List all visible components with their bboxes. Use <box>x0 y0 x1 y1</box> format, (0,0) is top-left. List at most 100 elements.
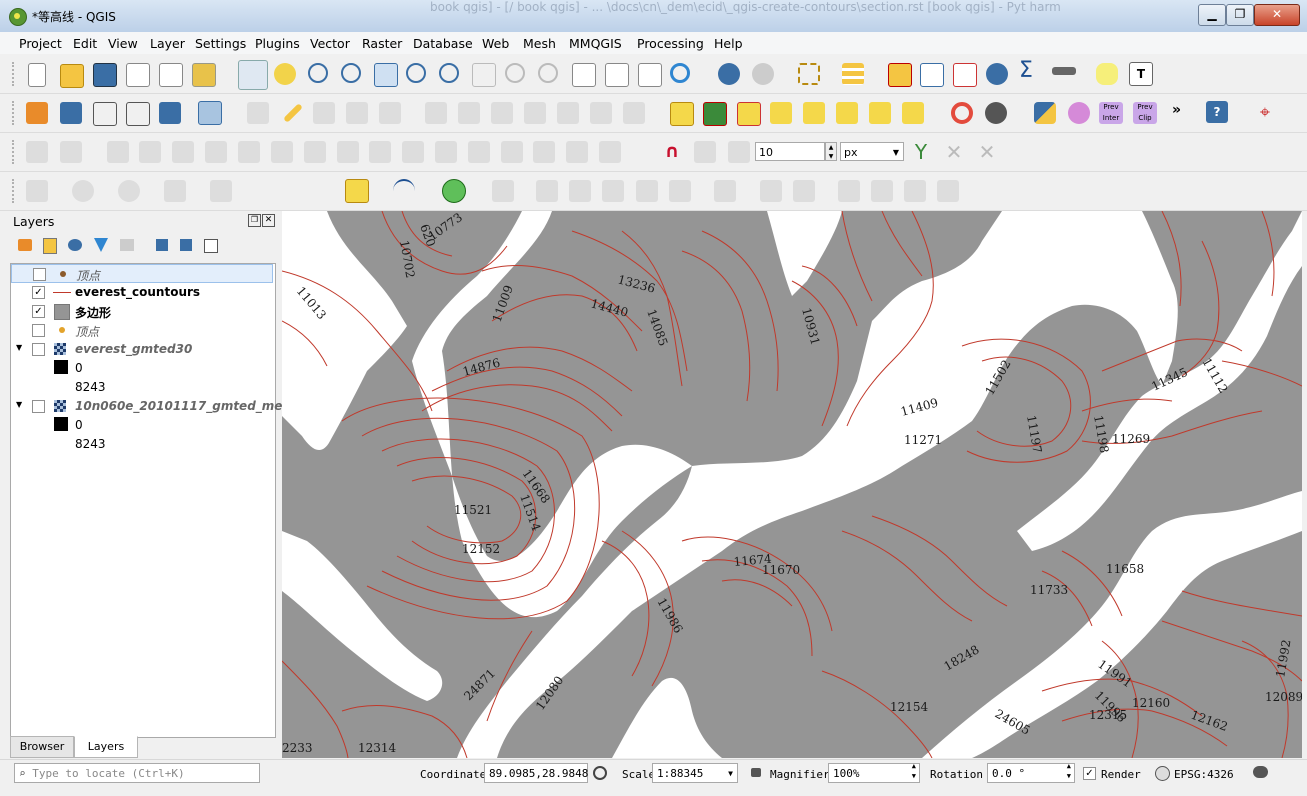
spline-icon[interactable] <box>393 179 415 203</box>
advanced-digitize-11-icon[interactable] <box>871 180 893 202</box>
plugin-globe-icon[interactable] <box>985 102 1007 124</box>
lock-scale-icon[interactable] <box>751 768 761 777</box>
help-ring-icon[interactable] <box>951 102 973 124</box>
menu-plugins[interactable]: Plugins <box>255 36 300 51</box>
advanced-digitize-7-icon[interactable] <box>714 180 736 202</box>
layer-checkbox[interactable] <box>32 324 45 337</box>
layer-row[interactable]: ✓ everest_countours <box>11 283 273 302</box>
advanced-digitize-1-icon[interactable] <box>492 180 514 202</box>
menu-mmqgis[interactable]: MMQGIS <box>569 36 622 51</box>
crs-label[interactable]: EPSG:4326 <box>1174 768 1234 781</box>
pan-map-icon[interactable] <box>238 60 268 90</box>
layer-row[interactable]: ▼ everest_gmted30 <box>11 340 273 359</box>
advanced-digitize-13-icon[interactable] <box>937 180 959 202</box>
edit-pencil-icon[interactable] <box>247 102 269 124</box>
restore-button[interactable]: ❐ <box>1226 4 1254 26</box>
snapping-unit-select[interactable]: px ▼ <box>840 142 904 161</box>
mmqgis-plugin-icon[interactable] <box>345 179 369 203</box>
delete-selected-icon[interactable] <box>458 102 480 124</box>
cut-features-icon[interactable] <box>491 102 513 124</box>
pin-labels-icon[interactable] <box>770 102 792 124</box>
plugin-circle-icon[interactable] <box>1068 102 1090 124</box>
statistics-sigma-icon[interactable]: Σ <box>1019 60 1041 82</box>
prev-clip-icon[interactable]: Prev Clip <box>1133 102 1157 124</box>
zoom-last-icon[interactable] <box>505 63 525 83</box>
close-button[interactable]: ✕ <box>1254 4 1300 26</box>
print-layout-icon[interactable] <box>159 63 183 87</box>
change-label-icon[interactable] <box>902 102 924 124</box>
style-panel-icon[interactable] <box>18 239 32 251</box>
select-features-icon[interactable] <box>798 63 820 85</box>
action-icon[interactable] <box>752 63 774 85</box>
circle-digitize-icon[interactable] <box>72 180 94 202</box>
layer-row[interactable]: 顶点 <box>11 321 273 340</box>
attribute-table-icon[interactable] <box>920 63 944 87</box>
layer-row[interactable]: 顶点 <box>11 264 273 283</box>
map-tips-icon[interactable] <box>1096 63 1118 85</box>
prev-inter-icon[interactable]: Prev Inter <box>1099 102 1123 124</box>
scale-input[interactable]: 1:88345 ▼ <box>652 763 738 783</box>
snapping-magnet-icon[interactable]: ∩ <box>661 141 683 163</box>
menu-vector[interactable]: Vector <box>310 36 350 51</box>
add-group-icon[interactable] <box>43 238 57 254</box>
new-virtual-layer-icon[interactable] <box>159 102 181 124</box>
menu-view[interactable]: View <box>108 36 138 51</box>
map-canvas[interactable]: 10702 620 10773 11013 13236 11009 14440 14085 10… <box>282 211 1302 758</box>
new-geopackage-icon[interactable] <box>60 102 82 124</box>
rectangle-digitize-icon[interactable] <box>164 180 186 202</box>
layer-row[interactable]: ✓ 多边形 <box>11 302 273 321</box>
advanced-digitize-3-icon[interactable] <box>569 180 591 202</box>
zoom-layer-icon[interactable] <box>439 63 459 83</box>
highlight-pinned-labels-icon[interactable] <box>737 102 761 126</box>
field-calculator-icon[interactable] <box>953 63 977 87</box>
filter-legend-icon[interactable] <box>94 238 108 252</box>
identify-icon[interactable] <box>718 63 740 85</box>
split-features-icon[interactable] <box>304 141 326 163</box>
expand-arrow-icon[interactable]: ▼ <box>16 343 22 352</box>
new-3d-view-icon[interactable] <box>605 63 629 87</box>
intersection-icon[interactable]: ✕ <box>943 141 965 163</box>
rotation-input[interactable]: 0.0 ° ▲ ▼ <box>987 762 1075 783</box>
modify-attributes-icon[interactable] <box>425 102 447 124</box>
topological-editing-icon[interactable]: Y <box>910 141 932 163</box>
toggle-editing-icon[interactable] <box>283 103 303 123</box>
style-manager-icon[interactable] <box>192 63 216 87</box>
data-source-manager-icon[interactable] <box>26 102 48 124</box>
menu-mesh[interactable]: Mesh <box>523 36 556 51</box>
toggle-extents-icon[interactable] <box>593 766 607 780</box>
manage-map-themes-icon[interactable] <box>68 239 82 251</box>
simplify-icon[interactable] <box>468 141 490 163</box>
save-project-icon[interactable] <box>93 63 117 87</box>
regular-polygon-icon[interactable] <box>210 180 232 202</box>
crs-globe-icon[interactable] <box>1155 766 1170 781</box>
advanced-digitize-10-icon[interactable] <box>838 180 860 202</box>
merge-attributes-icon[interactable] <box>402 141 424 163</box>
open-project-icon[interactable] <box>60 64 84 88</box>
tolerance-spinner[interactable]: ▲ ▼ <box>825 142 837 161</box>
refresh-icon[interactable] <box>670 63 690 83</box>
expand-all-icon[interactable] <box>156 239 168 251</box>
magnifier-spinner[interactable]: ▲ ▼ <box>912 761 916 781</box>
digitize-right-angle-icon[interactable] <box>26 141 48 163</box>
new-project-icon[interactable] <box>28 63 46 87</box>
menu-edit[interactable]: Edit <box>73 36 97 51</box>
deselect-icon[interactable] <box>888 63 912 87</box>
text-annotation-icon[interactable]: T <box>1129 62 1153 86</box>
close-panel-icon[interactable]: ✕ <box>262 214 275 227</box>
float-panel-icon[interactable]: ❐ <box>248 214 261 227</box>
bookmark-icon[interactable] <box>638 63 662 87</box>
new-shapefile-icon[interactable] <box>93 102 117 126</box>
vertex-tool-icon[interactable] <box>379 102 401 124</box>
toolbar-overflow-icon[interactable]: » <box>1172 102 1194 124</box>
advanced-digitize-8-icon[interactable] <box>760 180 782 202</box>
zoom-selection-icon[interactable] <box>406 63 426 83</box>
menu-layer[interactable]: Layer <box>150 36 185 51</box>
qgis-cloud-icon[interactable] <box>442 179 466 203</box>
redo-icon[interactable] <box>623 102 645 124</box>
reverse-line-icon[interactable] <box>501 141 523 163</box>
trim-extend-icon[interactable] <box>533 141 555 163</box>
menu-project[interactable]: Project <box>19 36 62 51</box>
save-as-icon[interactable] <box>126 63 150 87</box>
menu-raster[interactable]: Raster <box>362 36 402 51</box>
save-edits-icon[interactable] <box>313 102 335 124</box>
